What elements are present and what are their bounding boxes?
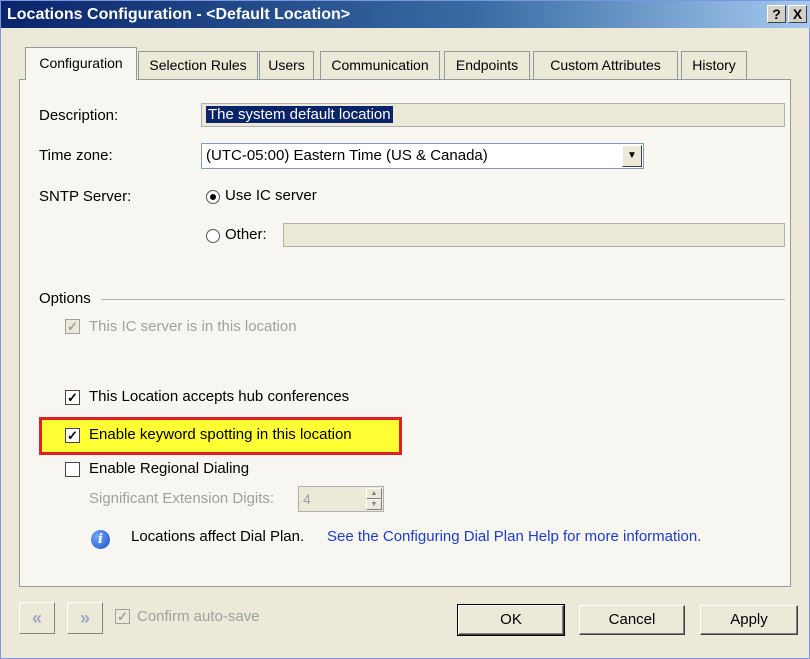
hub-conferences-label: This Location accepts hub conferences bbox=[89, 388, 350, 405]
sig-digits-value: 4 bbox=[303, 491, 311, 507]
tab-users[interactable]: Users bbox=[259, 51, 314, 79]
use-ic-server-radio[interactable] bbox=[206, 190, 220, 204]
spin-up-icon[interactable]: ▲ bbox=[366, 488, 382, 499]
ok-button[interactable]: OK bbox=[457, 604, 565, 636]
options-divider bbox=[101, 299, 785, 300]
tab-custom-attributes[interactable]: Custom Attributes bbox=[533, 51, 678, 79]
chevron-down-icon[interactable]: ▼ bbox=[622, 145, 642, 167]
other-server-field[interactable] bbox=[283, 223, 785, 247]
keyword-spotting-label: Enable keyword spotting in this location bbox=[89, 426, 352, 443]
title-bar: Locations Configuration - <Default Locat… bbox=[1, 1, 810, 28]
ic-server-here-checkbox[interactable]: ✓ bbox=[65, 319, 80, 334]
options-group-label: Options bbox=[39, 290, 91, 307]
other-server-radio[interactable] bbox=[206, 229, 220, 243]
tab-history[interactable]: History bbox=[681, 51, 747, 79]
info-icon: i bbox=[91, 530, 110, 549]
previous-button[interactable]: « bbox=[19, 602, 55, 634]
timezone-label: Time zone: bbox=[39, 147, 113, 164]
ic-server-here-label: This IC server is in this location bbox=[89, 318, 297, 335]
window-title: Locations Configuration - <Default Locat… bbox=[7, 6, 351, 23]
description-label: Description: bbox=[39, 107, 119, 124]
tab-endpoints[interactable]: Endpoints bbox=[444, 51, 530, 79]
dial-plan-help-link[interactable]: See the Configuring Dial Plan Help for m… bbox=[327, 528, 701, 545]
timezone-select[interactable]: (UTC-05:00) Eastern Time (US & Canada) ▼ bbox=[201, 143, 644, 169]
info-text: Locations affect Dial Plan. bbox=[131, 528, 305, 545]
cancel-button[interactable]: Cancel bbox=[579, 605, 685, 635]
next-button[interactable]: » bbox=[67, 602, 103, 634]
locations-configuration-dialog: Locations Configuration - <Default Locat… bbox=[0, 0, 810, 659]
tab-configuration[interactable]: Configuration bbox=[25, 47, 137, 80]
apply-button[interactable]: Apply bbox=[700, 605, 798, 635]
tab-communication[interactable]: Communication bbox=[320, 51, 440, 79]
hub-conferences-checkbox[interactable]: ✓ bbox=[65, 390, 80, 405]
confirm-autosave-label: Confirm auto-save bbox=[137, 608, 260, 625]
sig-digits-label: Significant Extension Digits: bbox=[89, 490, 275, 507]
confirm-autosave-checkbox[interactable]: ✓ bbox=[115, 609, 130, 624]
timezone-value: (UTC-05:00) Eastern Time (US & Canada) bbox=[206, 147, 488, 164]
close-button[interactable]: X bbox=[788, 5, 807, 23]
keyword-spotting-checkbox[interactable]: ✓ bbox=[65, 428, 80, 443]
description-field[interactable]: The system default location bbox=[201, 103, 785, 127]
regional-dialing-label: Enable Regional Dialing bbox=[89, 460, 250, 477]
other-server-label: Other: bbox=[225, 226, 267, 243]
tab-selection-rules[interactable]: Selection Rules bbox=[138, 51, 258, 79]
spin-down-icon[interactable]: ▼ bbox=[366, 499, 382, 510]
help-button[interactable]: ? bbox=[767, 5, 786, 23]
sntp-label: SNTP Server: bbox=[39, 188, 132, 205]
sig-digits-spinner[interactable]: 4 ▲ ▼ bbox=[298, 486, 384, 512]
description-value: The system default location bbox=[206, 106, 393, 123]
regional-dialing-checkbox[interactable] bbox=[65, 462, 80, 477]
use-ic-server-label: Use IC server bbox=[225, 187, 317, 204]
